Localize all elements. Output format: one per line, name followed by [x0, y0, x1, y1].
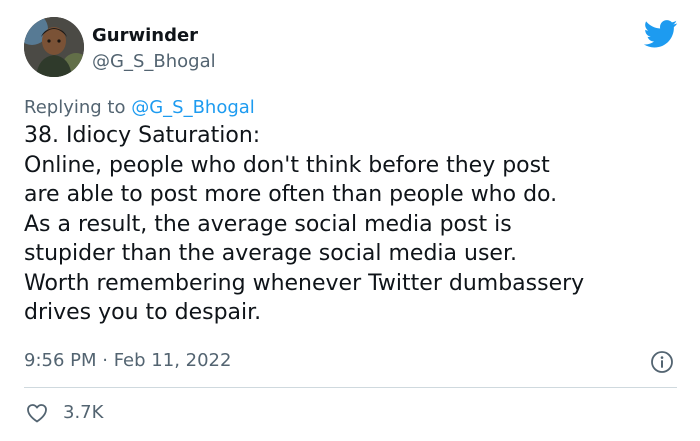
- tweet-card: Gurwinder @G_S_Bhogal Replying to @G_S_B…: [0, 0, 700, 441]
- replying-to-label: Replying to: [24, 97, 132, 118]
- divider: [24, 387, 677, 388]
- avatar[interactable]: [24, 17, 84, 77]
- twitter-bird-icon[interactable]: [644, 20, 678, 48]
- tweet-line: drives you to despair.: [24, 300, 262, 325]
- author-handle[interactable]: @G_S_Bhogal: [92, 51, 216, 72]
- tweet-line: 38. Idiocy Saturation:: [24, 123, 261, 148]
- like-count[interactable]: 3.7K: [63, 402, 103, 423]
- tweet-line: As a result, the average social media po…: [24, 211, 512, 237]
- tweet-timestamp[interactable]: 9:56 PM · Feb 11, 2022: [24, 350, 231, 371]
- info-icon[interactable]: [650, 350, 674, 374]
- tweet-text: 38. Idiocy Saturation: Online, people wh…: [24, 121, 694, 328]
- author-display-name[interactable]: Gurwinder: [92, 25, 198, 46]
- tweet-line: Worth remembering whenever Twitter dumba…: [24, 270, 585, 296]
- tweet-line: are able to post more often than people …: [24, 182, 558, 207]
- tweet-line: Online, people who don't think before th…: [24, 152, 550, 178]
- tweet-line: stupider than the average social media u…: [24, 241, 517, 266]
- avatar-image: [24, 17, 84, 77]
- replying-to: Replying to @G_S_Bhogal: [24, 97, 255, 118]
- heart-icon[interactable]: [25, 401, 49, 425]
- replying-to-handle-link[interactable]: @G_S_Bhogal: [131, 97, 255, 118]
